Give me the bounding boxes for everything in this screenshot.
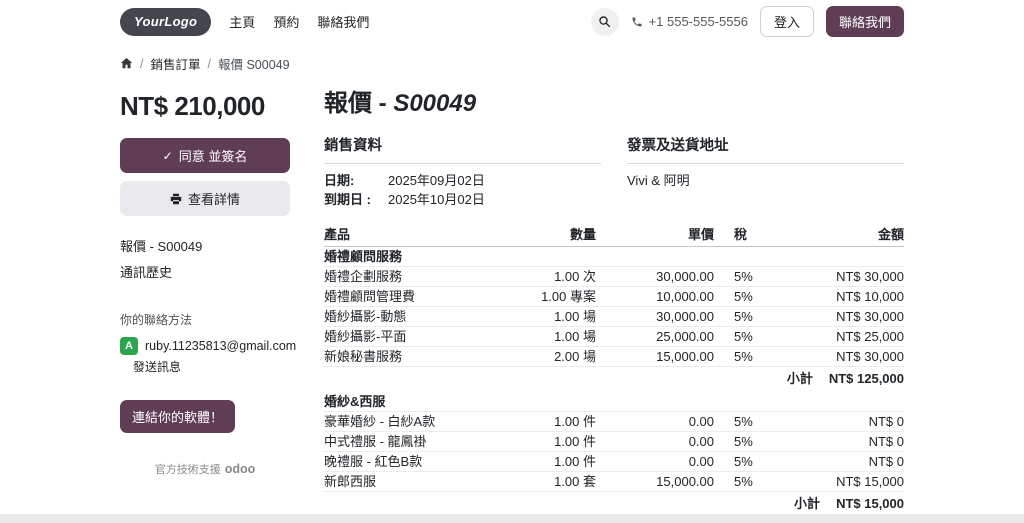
table-subtotal-row: 小計 NT$ 125,000 <box>786 371 904 386</box>
contact-us-button[interactable]: 聯絡我們 <box>825 6 904 37</box>
home-icon[interactable] <box>120 57 133 70</box>
check-icon: ✓ <box>162 148 173 163</box>
odoo-logo[interactable]: odoo <box>225 462 256 476</box>
table-group-row: 婚紗&西服 <box>324 392 904 412</box>
table-row: 中式禮服 - 龍鳳褂 1.00 件 0.00 5% NT$ 0 <box>324 431 904 452</box>
connect-software-button[interactable]: 連結你的軟體！ <box>120 400 236 433</box>
nav-right: +1 555-555-5556 登入 聯絡我們 <box>590 6 904 37</box>
printer-icon <box>170 193 182 205</box>
quote-number: S00049 <box>393 90 477 117</box>
table-row: 豪華婚紗 - 白紗A款 1.00 件 0.00 5% NT$ 0 <box>324 411 904 432</box>
invoice-address-section: 發票及送貨地址 Vivi & 阿明 <box>627 134 904 211</box>
nav-item-contact[interactable]: 聯絡我們 <box>317 12 369 31</box>
invoice-address-heading: 發票及送貨地址 <box>627 134 904 164</box>
invoice-address-value: Vivi & 阿明 <box>627 173 690 188</box>
contact-block: 你的聯絡方法 A ruby.11235813@gmail.com 發送訊息 <box>120 311 296 376</box>
table-row: 新娘秘書服務 2.00 場 15,000.00 5% NT$ 30,000 <box>324 346 904 367</box>
sidebar-link-quotation[interactable]: 報價 - S00049 <box>120 236 290 255</box>
table-row: 婚紗攝影-動態 1.00 場 30,000.00 5% NT$ 30,000 <box>324 306 904 327</box>
phone-number: +1 555-555-5556 <box>648 14 748 29</box>
breadcrumb: / 銷售訂單 / 報價 S00049 <box>120 43 904 81</box>
table-group-row: 婚禮顧問服務 <box>324 246 904 267</box>
header-quantity: 數量 <box>504 225 596 247</box>
breadcrumb-sales-orders[interactable]: 銷售訂單 <box>150 54 200 73</box>
nav-item-booking[interactable]: 預約 <box>273 12 299 31</box>
contact-email: ruby.11235813@gmail.com <box>145 339 297 353</box>
table-row: 晚禮服 - 紅色B款 1.00 件 0.00 5% NT$ 0 <box>324 451 904 472</box>
table-subtotal-row: 小計 NT$ 15,000 <box>794 496 904 511</box>
phone-icon <box>631 16 643 28</box>
header-amount: 金額 <box>772 225 904 247</box>
quote-table-body: 婚禮顧問服務 婚禮企劃服務 1.00 次 30,000.00 5% NT$ 30,000 婚… <box>324 246 904 523</box>
header-product: 產品 <box>324 225 504 247</box>
login-button[interactable]: 登入 <box>759 6 814 37</box>
footer-strip <box>0 514 1024 523</box>
header-unit-price: 單價 <box>596 225 714 247</box>
table-row: 婚禮顧問管理費 1.00 專案 10,000.00 5% NT$ 10,000 <box>324 286 904 307</box>
table-row: 新郎西服 1.00 套 15,000.00 5% NT$ 15,000 <box>324 471 904 492</box>
accept-sign-button[interactable]: ✓ 同意 並簽名 <box>120 138 290 173</box>
search-button[interactable] <box>590 7 619 36</box>
header-tax: 稅 <box>714 225 772 247</box>
contact-method-heading: 你的聯絡方法 <box>120 313 193 327</box>
search-icon <box>598 15 611 28</box>
site-logo[interactable]: YourLogo <box>120 7 212 36</box>
sale-info-heading: 銷售資料 <box>324 134 601 164</box>
quote-sidebar: NT$ 210,000 ✓ 同意 並簽名 查看詳情 報價 - S00049 通訊… <box>120 89 296 477</box>
table-header-row: 產品 數量 單價 稅 金額 <box>324 225 904 247</box>
page-title: 報價 - S00049 <box>324 90 477 117</box>
main-nav: 主頁 預約 聯絡我們 <box>229 12 369 31</box>
date-label: 日期: <box>324 173 355 188</box>
sidebar-links: 報價 - S00049 通訊歷史 <box>120 236 290 281</box>
quote-table: 產品 數量 單價 稅 金額 婚禮顧問服務 婚禮企劃服務 1.00 次 30,000.0… <box>324 225 904 523</box>
top-navbar: YourLogo 主頁 預約 聯絡我們 +1 555-555-5556 登入 聯… <box>0 0 1024 43</box>
table-row: 婚紗攝影-平面 1.00 場 25,000.00 5% NT$ 25,000 <box>324 326 904 347</box>
view-details-button[interactable]: 查看詳情 <box>120 181 290 216</box>
table-row: 婚禮企劃服務 1.00 次 30,000.00 5% NT$ 30,000 <box>324 266 904 287</box>
date-value: 2025年09月02日 <box>388 173 485 188</box>
due-date-label: 到期日 : <box>324 192 371 207</box>
powered-by: 官方技術支援 odoo <box>154 462 256 476</box>
sale-info-section: 銷售資料 日期: 2025年09月02日 到期日 : 2025年10月02日 <box>324 134 601 211</box>
due-date-value: 2025年10月02日 <box>388 192 485 207</box>
breadcrumb-separator: / <box>207 56 211 71</box>
nav-item-home[interactable]: 主頁 <box>229 12 255 31</box>
phone-link[interactable]: +1 555-555-5556 <box>631 14 748 29</box>
send-message-link[interactable]: 發送訊息 <box>133 358 181 375</box>
quote-main: 報價 - S00049 銷售資料 日期: 2025年09月02日 到期日 : 2… <box>324 89 904 523</box>
total-amount: NT$ 210,000 <box>120 91 265 121</box>
breadcrumb-current: 報價 S00049 <box>217 58 290 72</box>
sidebar-link-history[interactable]: 通訊歷史 <box>120 262 290 281</box>
breadcrumb-separator: / <box>140 56 144 71</box>
avatar: A <box>120 337 138 355</box>
